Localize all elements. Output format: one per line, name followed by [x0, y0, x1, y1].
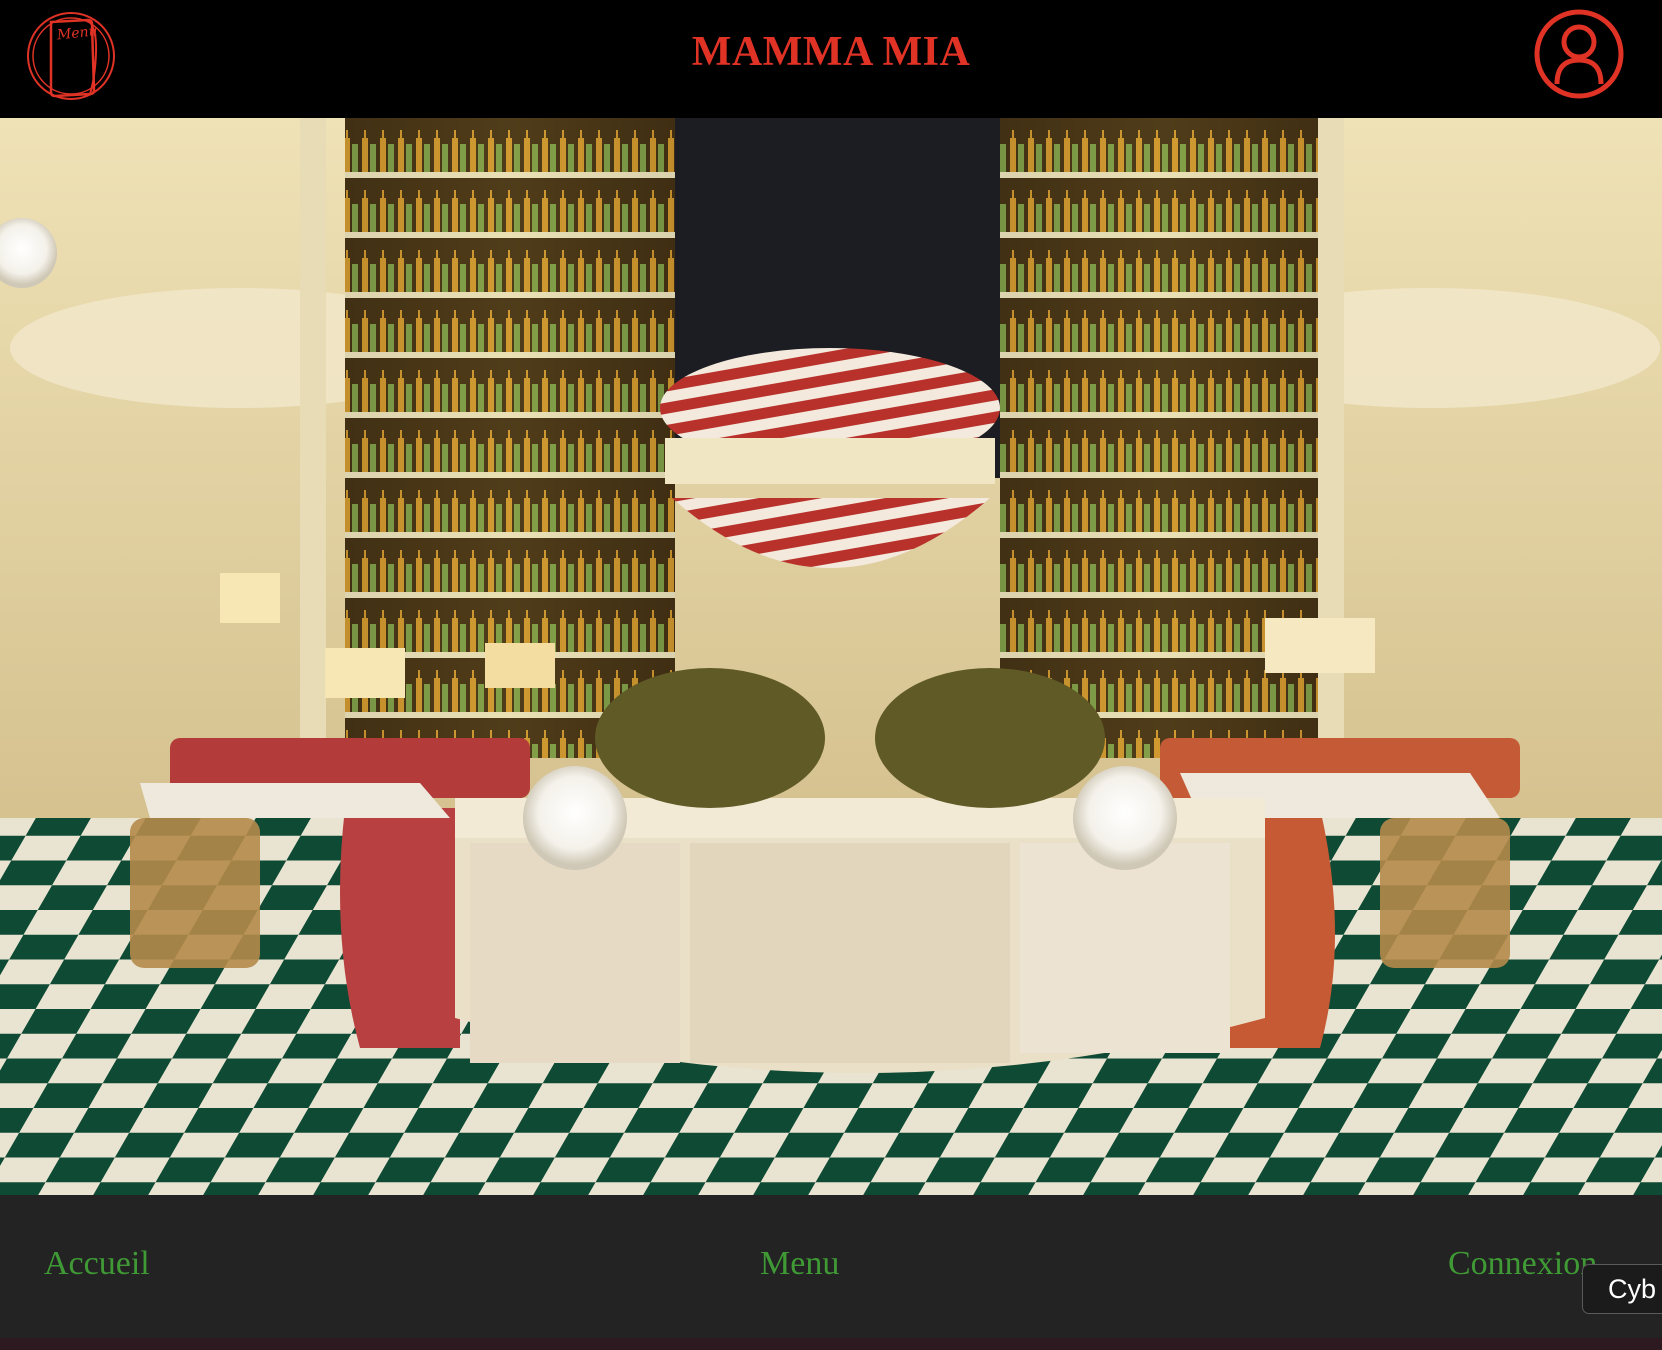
site-header: Menu MAMMA MIA — [0, 0, 1662, 118]
hero-image — [0, 118, 1662, 1195]
page-bottom-strip — [0, 1338, 1662, 1350]
nav-link-accueil[interactable]: Accueil — [44, 1245, 150, 1283]
tooltip-popup: Cyb — [1582, 1264, 1662, 1314]
restaurant-interior-photo — [0, 118, 1662, 1195]
nav-link-menu[interactable]: Menu — [760, 1245, 839, 1283]
user-account-icon[interactable] — [1533, 8, 1625, 100]
site-title[interactable]: MAMMA MIA — [0, 28, 1662, 76]
nav-link-connexion[interactable]: Connexion — [1448, 1245, 1597, 1283]
bottom-navigation: Accueil Menu Connexion — [0, 1195, 1662, 1338]
